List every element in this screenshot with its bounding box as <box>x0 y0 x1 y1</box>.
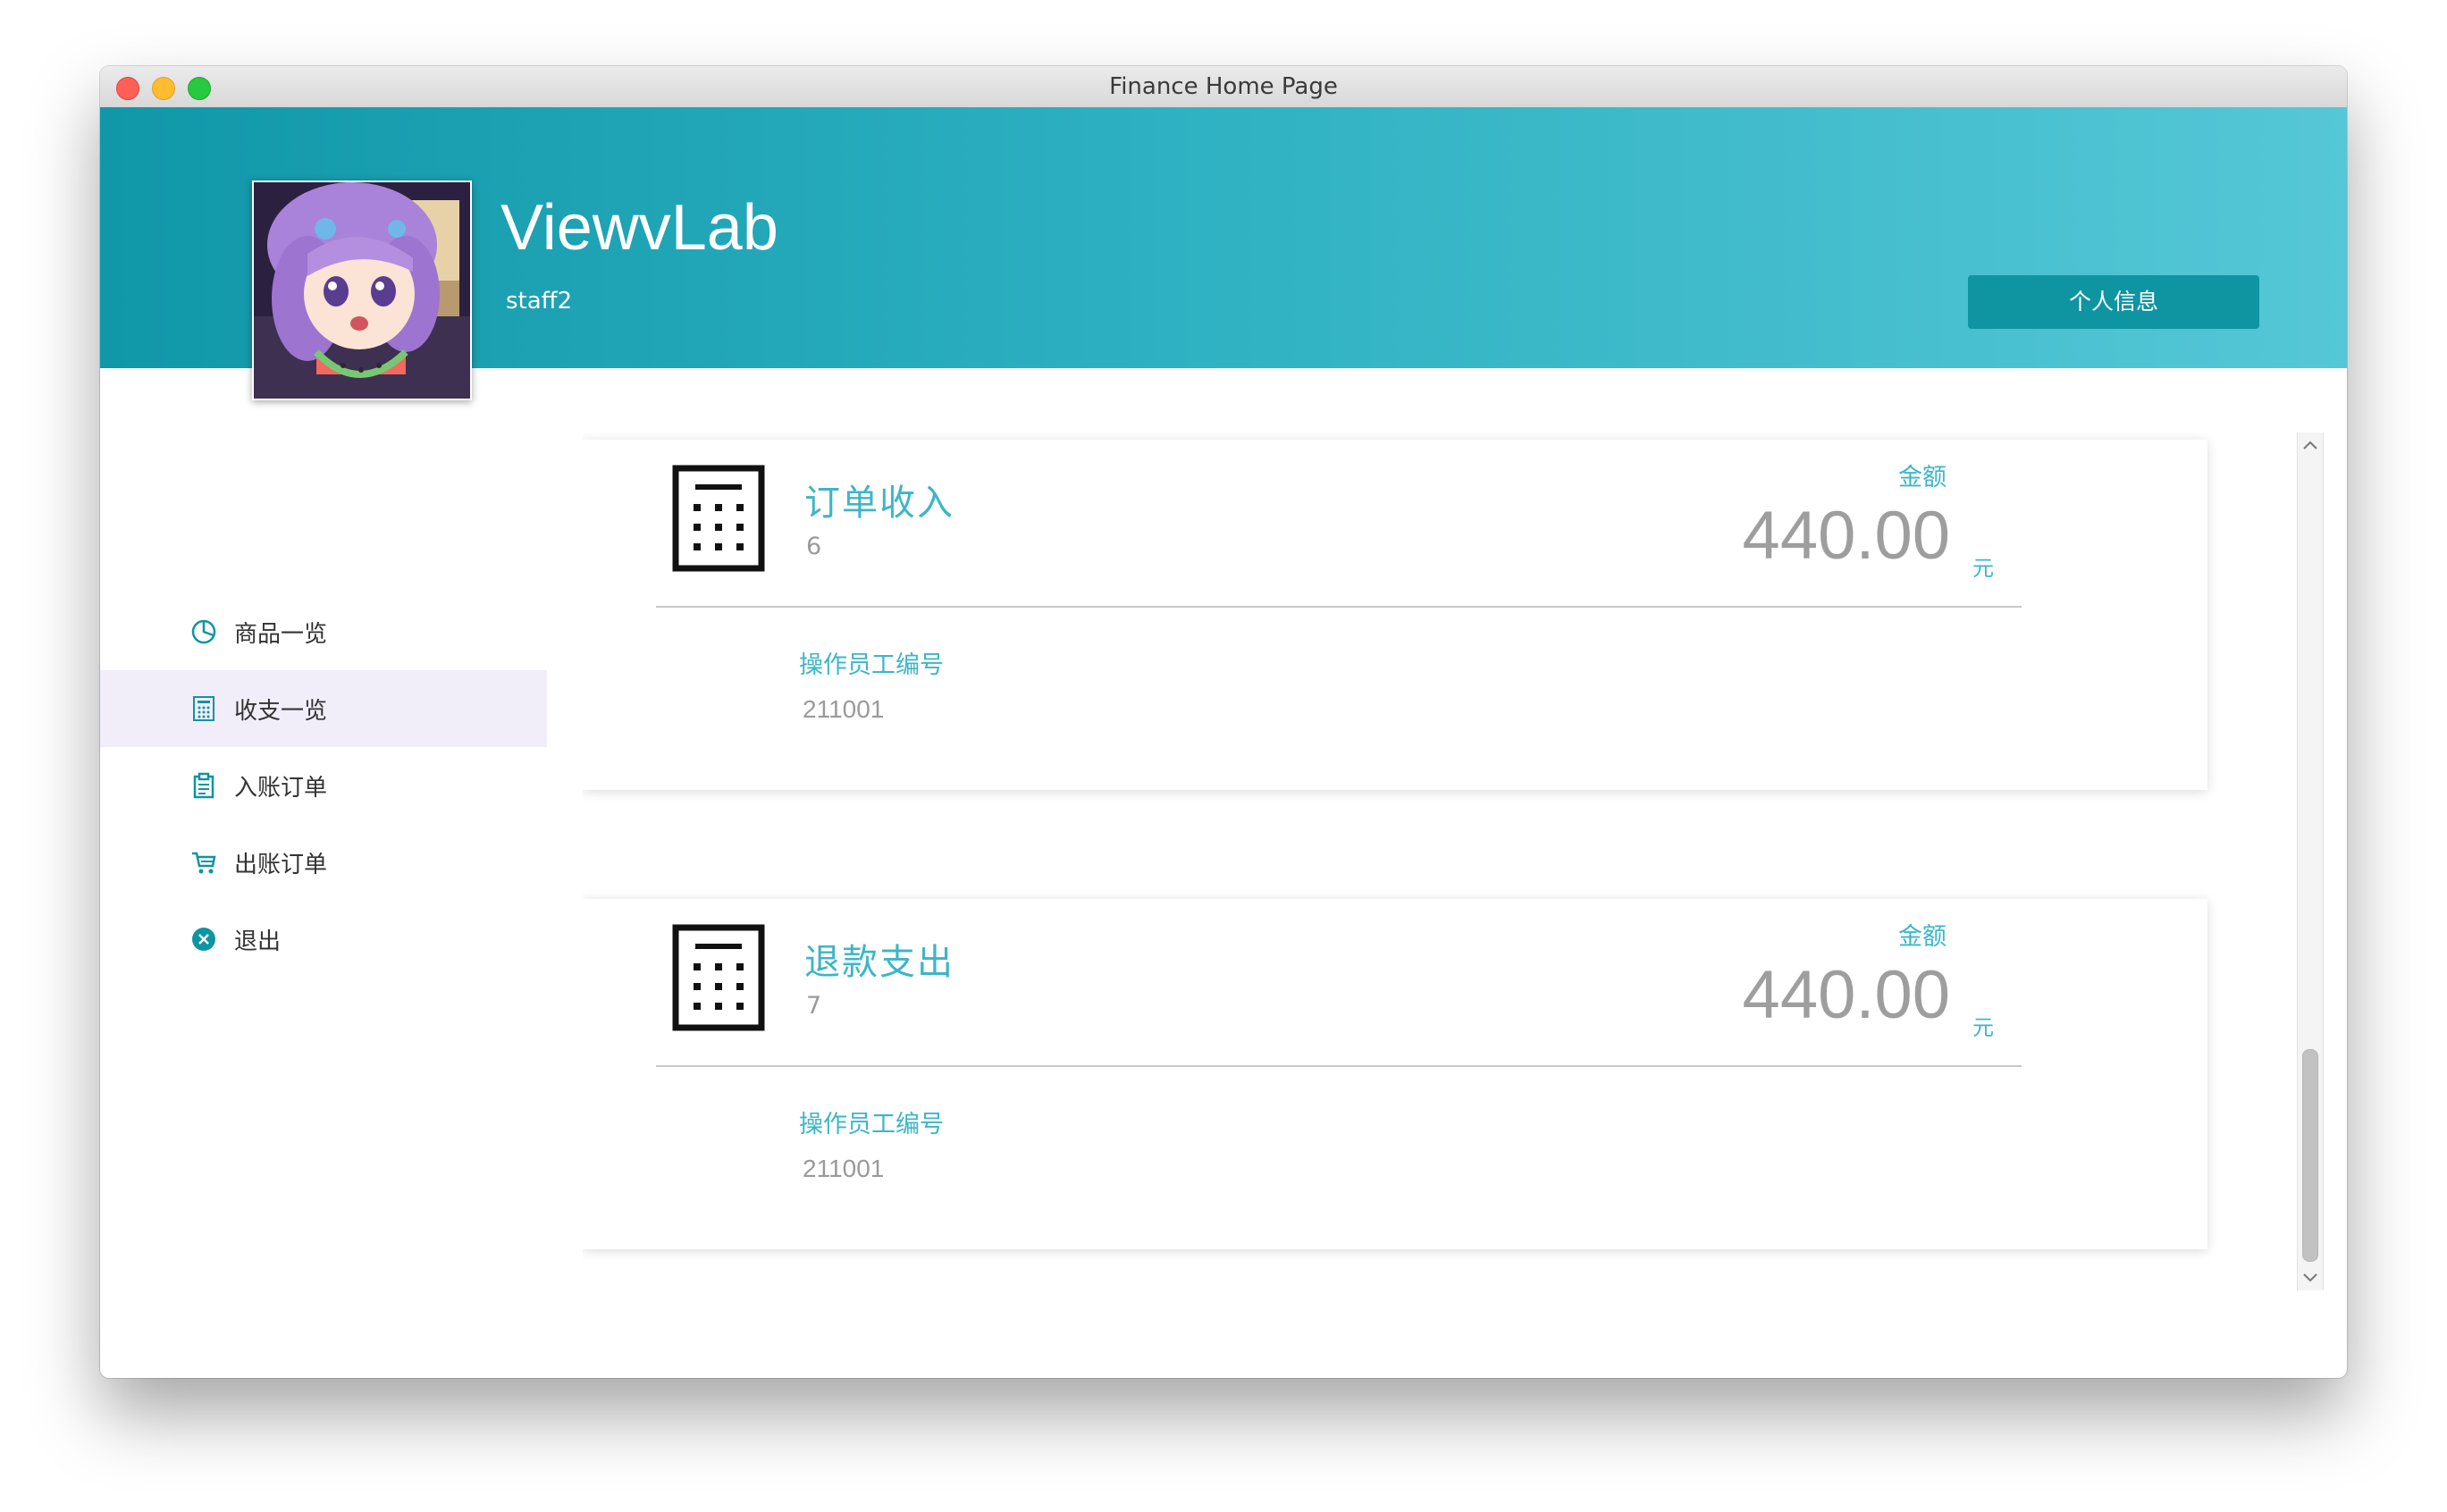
sidebar-item-label: 出账订单 <box>234 851 328 878</box>
app-window: Finance Home Page ViewvLab staff2 个人信息 商… <box>100 66 2347 1378</box>
clipboard-icon <box>189 771 218 800</box>
card-divider <box>656 606 2022 608</box>
cart-icon <box>189 848 218 877</box>
window-title: Finance Home Page <box>1109 73 1338 100</box>
amount-unit: 元 <box>1972 1015 1994 1040</box>
amount-value: 440.00 <box>1742 957 1950 1033</box>
avatar-image <box>254 182 470 399</box>
app-name: ViewvLab <box>500 192 778 264</box>
title-bar: Finance Home Page <box>100 66 2347 108</box>
scroll-up-icon[interactable] <box>2298 434 2323 456</box>
sidebar-item-incoming-orders[interactable]: 入账订单 <box>100 747 547 824</box>
vertical-scrollbar[interactable] <box>2297 433 2324 1290</box>
sidebar-item-label: 商品一览 <box>234 620 328 648</box>
sidebar-item-label: 收支一览 <box>234 697 328 725</box>
sidebar-item-outgoing-orders[interactable]: 出账订单 <box>100 824 547 901</box>
sidebar-item-label: 入账订单 <box>234 774 328 802</box>
operator-label: 操作员工编号 <box>799 651 944 679</box>
finance-list: 订单收入 6 金额 440.00 元 操作员工编号 211001 退款支出 7 … <box>583 433 2297 1290</box>
username: staff2 <box>506 288 573 315</box>
finance-card[interactable]: 订单收入 6 金额 440.00 元 操作员工编号 211001 <box>583 440 2207 790</box>
operator-label: 操作员工编号 <box>799 1111 944 1138</box>
calculator-icon <box>672 465 765 572</box>
profile-info-button[interactable]: 个人信息 <box>1968 275 2259 329</box>
scroll-down-icon[interactable] <box>2298 1267 2323 1289</box>
calculator-icon <box>672 924 765 1031</box>
sidebar-item-label: 退出 <box>234 928 282 955</box>
card-title: 退款支出 <box>804 942 954 983</box>
sidebar-item-finance-overview[interactable]: 收支一览 <box>100 670 547 747</box>
amount-unit: 元 <box>1972 556 1994 581</box>
sidebar-item-products[interactable]: 商品一览 <box>100 593 547 670</box>
scrollbar-thumb[interactable] <box>2302 1049 2318 1262</box>
operator-id: 211001 <box>803 695 885 723</box>
calculator-icon <box>189 694 218 723</box>
operator-id: 211001 <box>803 1155 885 1182</box>
amount-label: 金额 <box>1898 464 1947 491</box>
close-circle-icon <box>189 925 218 953</box>
pie-chart-icon <box>189 617 218 646</box>
card-divider <box>656 1065 2022 1067</box>
finance-card[interactable]: 退款支出 7 金额 440.00 元 操作员工编号 211001 <box>583 899 2207 1249</box>
avatar <box>252 181 472 400</box>
card-id: 6 <box>806 533 822 560</box>
sidebar: 商品一览 收支一览 入账订单 出账订单 退出 <box>100 593 547 978</box>
sidebar-item-logout[interactable]: 退出 <box>100 901 547 978</box>
amount-label: 金额 <box>1898 923 1947 951</box>
card-title: 订单收入 <box>804 483 954 524</box>
card-id: 7 <box>806 992 822 1020</box>
amount-value: 440.00 <box>1742 498 1950 574</box>
